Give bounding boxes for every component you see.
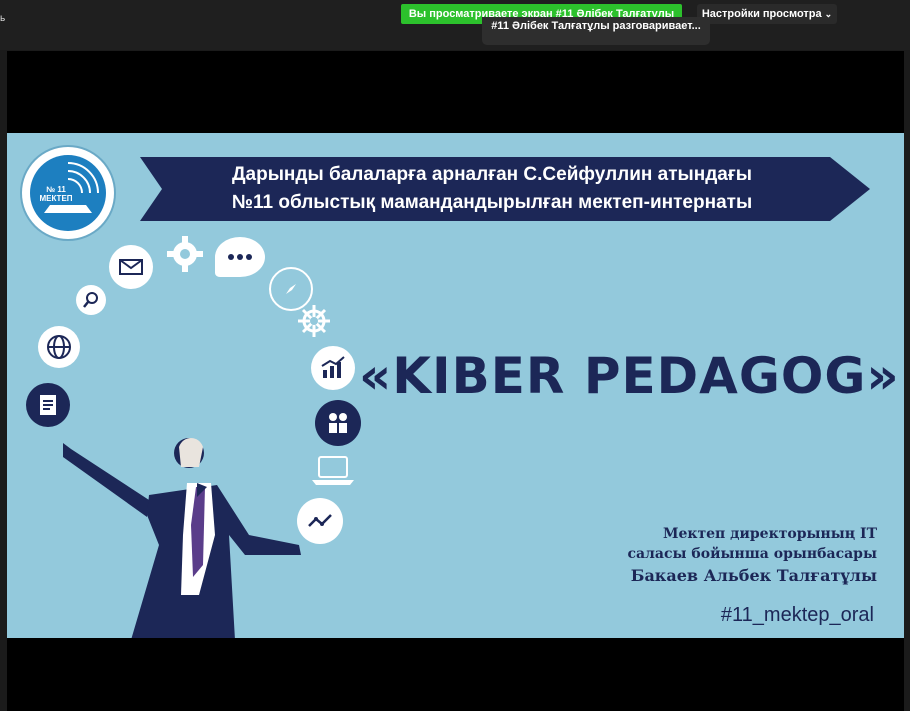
ribbon-text: Дарынды балаларға арналған С.Сейфуллин а… <box>172 161 812 217</box>
slide-title: «KIBER PEDAGOG» <box>359 347 900 405</box>
businessman-illustration <box>63 438 301 638</box>
active-speaker-label: #11 Әлібек Талғатұлы разговаривает... <box>482 17 710 45</box>
chart-icon <box>311 346 355 390</box>
ribbon-line-2: №11 облыстық мамандандырылған мектеп-инт… <box>231 192 753 213</box>
presenter-position-line1: Мектеп директорының IT <box>662 526 877 542</box>
view-settings-label: Настройки просмотра <box>701 8 822 20</box>
logo-emblem: № 11 МЕКТЕП <box>30 155 106 231</box>
presentation-slide: Дарынды балаларға арналған С.Сейфуллин а… <box>7 133 904 638</box>
corner-glyph: ь <box>0 13 6 24</box>
meeting-toolbar: ь Вы просматриваете экран #11 Әлібек Тал… <box>0 0 910 50</box>
helm-icon <box>294 301 334 341</box>
school-logo: № 11 МЕКТЕП <box>22 147 114 239</box>
view-settings-button[interactable]: Настройки просмотра ⌄ <box>697 4 837 24</box>
chat-icon <box>215 237 265 277</box>
mail-icon <box>109 245 153 289</box>
logo-text: № 11 МЕКТЕП <box>39 185 73 203</box>
ribbon-line-1: Дарынды балаларға арналған С.Сейфуллин а… <box>231 164 752 185</box>
presenter-position-line2: саласы бойынша орынбасары <box>627 546 877 562</box>
hashtag: #11_mektep_oral <box>720 604 874 626</box>
presenter-name: Бакаев Альбек Талғатұлы <box>630 566 877 585</box>
globe-icon <box>38 326 80 368</box>
search-icon <box>76 285 106 315</box>
chevron-down-icon: ⌄ <box>824 9 833 19</box>
gear-icon <box>164 233 206 275</box>
